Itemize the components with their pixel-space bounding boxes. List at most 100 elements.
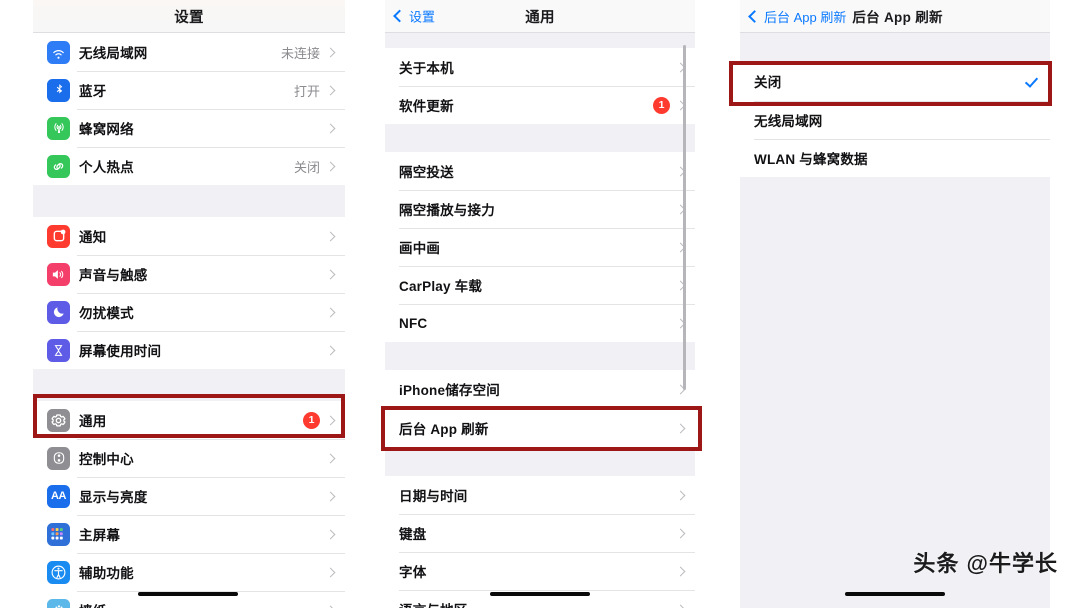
general-row-fonts[interactable]: 字体 (385, 552, 695, 590)
row-accessory (325, 345, 336, 355)
general-row-date-time[interactable]: 日期与时间 (385, 476, 695, 514)
general-list[interactable]: 关于本机 软件更新 1 隔空投送 隔空播放与接力 画中画 CarPlay 车载 … (385, 33, 695, 608)
general-row-airplay-handoff[interactable]: 隔空播放与接力 (385, 190, 695, 228)
general-row-keyboard[interactable]: 键盘 (385, 514, 695, 552)
back-button-label: 设置 (409, 9, 436, 25)
row-value: 打开 (293, 83, 320, 99)
home-indicator (490, 591, 590, 596)
chevron-left-icon (748, 9, 761, 23)
row-accessory (325, 529, 336, 539)
navbar-settings: 设置 (33, 0, 345, 33)
settings-row-hotspot[interactable]: 个人热点 关闭 (33, 147, 345, 185)
general-row-label: NFC (399, 315, 428, 331)
background-refresh-options-group: 关闭 无线局域网 WLAN 与蜂窝数据 (740, 61, 1050, 177)
notifications-icon (47, 224, 70, 248)
checkmark-icon (1026, 75, 1039, 88)
option-row-off[interactable]: 关闭 (740, 61, 1050, 101)
settings-row-notifications[interactable]: 通知 (33, 217, 345, 255)
general-row-airdrop[interactable]: 隔空投送 (385, 152, 695, 190)
chevron-right-icon (325, 123, 336, 133)
row-accessory (675, 528, 686, 538)
chevron-left-icon (393, 9, 406, 23)
settings-row-accessibility[interactable]: 辅助功能 (33, 553, 345, 591)
accessibility-icon (47, 560, 70, 584)
section-gap (385, 342, 695, 370)
settings-row-wifi[interactable]: 无线局域网 未连接 (33, 33, 345, 71)
home-indicator (845, 591, 945, 596)
settings-row-general[interactable]: 通用 1 (33, 401, 345, 439)
settings-list[interactable]: 无线局域网 未连接 蓝牙 打开 蜂窝网络 个人热点 关闭 通知 声音与触感 勿扰… (33, 33, 345, 608)
page-title: 通用 (525, 9, 555, 26)
option-label: WLAN 与蜂窝数据 (754, 152, 868, 167)
row-accessory (325, 491, 336, 501)
gear-icon (47, 408, 70, 432)
section-gap (740, 33, 1050, 61)
general-row-iphone-storage[interactable]: iPhone储存空间 (385, 370, 695, 408)
settings-row-label: 蓝牙 (79, 84, 107, 99)
option-row-wifi[interactable]: 无线局域网 (740, 101, 1050, 139)
settings-row-bluetooth[interactable]: 蓝牙 打开 (33, 71, 345, 109)
settings-row-label: 通用 (79, 414, 107, 429)
page-title: 设置 (174, 9, 204, 26)
general-row-label: 隔空投送 (399, 165, 454, 180)
row-accessory (325, 231, 336, 241)
row-accessory (675, 566, 686, 576)
general-row-carplay[interactable]: CarPlay 车载 (385, 266, 695, 304)
general-row-nfc[interactable]: NFC (385, 304, 695, 342)
settings-row-label: 屏幕使用时间 (79, 344, 162, 359)
settings-row-control-center[interactable]: 控制中心 (33, 439, 345, 477)
general-row-label: 后台 App 刷新 (399, 422, 489, 437)
settings-row-label: 勿扰模式 (79, 306, 134, 321)
chevron-right-icon (325, 491, 336, 501)
scrollbar-general[interactable] (683, 45, 686, 390)
settings-group-notifications: 通知 声音与触感 勿扰模式 屏幕使用时间 (33, 217, 345, 369)
general-row-software-update[interactable]: 软件更新 1 (385, 86, 695, 124)
watermark: 头条 @牛学长 (913, 551, 1058, 576)
general-row-label: CarPlay 车载 (399, 279, 483, 294)
general-group-datetime: 日期与时间 键盘 字体 语言与地区 (385, 476, 695, 608)
section-gap (385, 448, 695, 476)
settings-row-sounds[interactable]: 声音与触感 (33, 255, 345, 293)
settings-row-screen-time[interactable]: 屏幕使用时间 (33, 331, 345, 369)
status-badge: 1 (303, 411, 320, 429)
settings-row-label: 无线局域网 (79, 46, 148, 61)
option-label: 关闭 (754, 75, 782, 90)
back-button-label: 后台 App 刷新 (764, 9, 847, 25)
settings-row-display-brightness[interactable]: AA 显示与亮度 (33, 477, 345, 515)
back-button[interactable]: 设置 (393, 7, 436, 26)
chevron-right-icon (675, 604, 686, 608)
settings-row-cellular[interactable]: 蜂窝网络 (33, 109, 345, 147)
hotspot-icon (47, 154, 70, 178)
phone-panel-general: 设置 通用 关于本机 软件更新 1 隔空投送 隔空播放与接力 画中画 CarPl… (385, 0, 695, 608)
settings-row-home-screen[interactable]: 主屏幕 (33, 515, 345, 553)
screentime-icon (47, 338, 70, 362)
row-accessory: 未连接 (281, 43, 336, 62)
general-row-background-app-refresh[interactable]: 后台 App 刷新 (385, 408, 695, 448)
settings-row-label: 个人热点 (79, 160, 134, 175)
general-row-label: 日期与时间 (399, 489, 468, 504)
chevron-right-icon (675, 423, 686, 433)
option-row-wlan-cellular[interactable]: WLAN 与蜂窝数据 (740, 139, 1050, 177)
settings-row-label: 蜂窝网络 (79, 122, 134, 137)
wallpaper-icon (47, 598, 70, 608)
home-indicator (138, 591, 238, 596)
general-row-picture-in-picture[interactable]: 画中画 (385, 228, 695, 266)
general-row-label: 隔空播放与接力 (399, 203, 495, 218)
background-refresh-options-list[interactable]: 关闭 无线局域网 WLAN 与蜂窝数据 (740, 33, 1050, 608)
cellular-icon (47, 116, 70, 140)
page-title: 后台 App 刷新 (852, 10, 943, 25)
sounds-icon (47, 262, 70, 286)
row-accessory: 关闭 (294, 157, 336, 176)
status-badge: 1 (653, 96, 670, 114)
chevron-right-icon (325, 567, 336, 577)
back-button[interactable]: 后台 App 刷新 (748, 7, 847, 26)
row-accessory (675, 423, 686, 433)
display-icon: AA (47, 484, 70, 508)
general-row-about[interactable]: 关于本机 (385, 48, 695, 86)
settings-row-do-not-disturb[interactable]: 勿扰模式 (33, 293, 345, 331)
controlcenter-icon (47, 446, 70, 470)
row-accessory: 1 (653, 96, 686, 114)
general-row-label: 画中画 (399, 241, 441, 256)
chevron-right-icon (325, 231, 336, 241)
chevron-right-icon (325, 307, 336, 317)
